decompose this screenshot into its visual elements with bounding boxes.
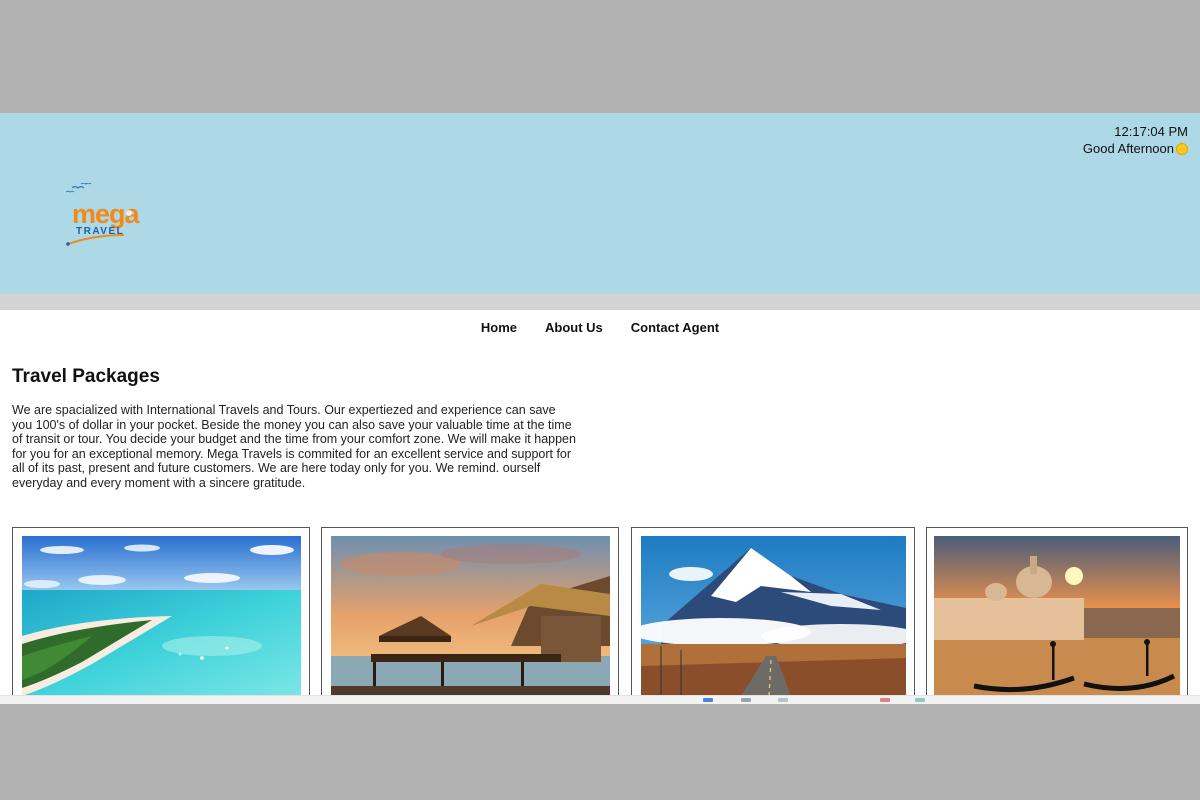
browser-viewport: 12:17:04 PM Good Afternoon mega TRAVEL H… [0, 113, 1200, 695]
sun-icon [1176, 142, 1188, 155]
mega-travel-logo[interactable]: mega TRAVEL [66, 183, 166, 247]
screenshot-frame-bottom [0, 704, 1200, 800]
nav-contact-agent[interactable]: Contact Agent [631, 320, 719, 335]
tropical-island-image [22, 536, 301, 695]
site-header: 12:17:04 PM Good Afternoon mega TRAVEL [0, 113, 1200, 294]
taskbar-app-icon[interactable] [778, 698, 788, 702]
taskbar-app-icon[interactable] [741, 698, 751, 702]
package-card[interactable] [12, 527, 310, 695]
nav-about-us[interactable]: About Us [545, 320, 603, 335]
mountain-road-image [641, 536, 906, 695]
header-divider-band [0, 294, 1200, 310]
clock-time: 12:17:04 PM [1114, 124, 1188, 139]
greeting: Good Afternoon [1083, 140, 1188, 157]
taskbar-app-icon[interactable] [915, 698, 925, 702]
package-card[interactable] [321, 527, 619, 695]
taskbar-app-icon[interactable] [703, 698, 713, 702]
venice-image [934, 536, 1180, 695]
package-card[interactable] [631, 527, 915, 695]
page-title: Travel Packages [12, 366, 160, 387]
intro-paragraph: We are spacialized with International Tr… [12, 403, 576, 490]
nav-home[interactable]: Home [481, 320, 517, 335]
beach-hut-image [331, 536, 610, 695]
main-nav: Home About Us Contact Agent [0, 320, 1200, 335]
greeting-text: Good Afternoon [1082, 141, 1174, 156]
taskbar-app-icon[interactable] [880, 698, 890, 702]
clock-widget: 12:17:04 PM Good Afternoon [1083, 123, 1188, 157]
package-card[interactable] [926, 527, 1188, 695]
